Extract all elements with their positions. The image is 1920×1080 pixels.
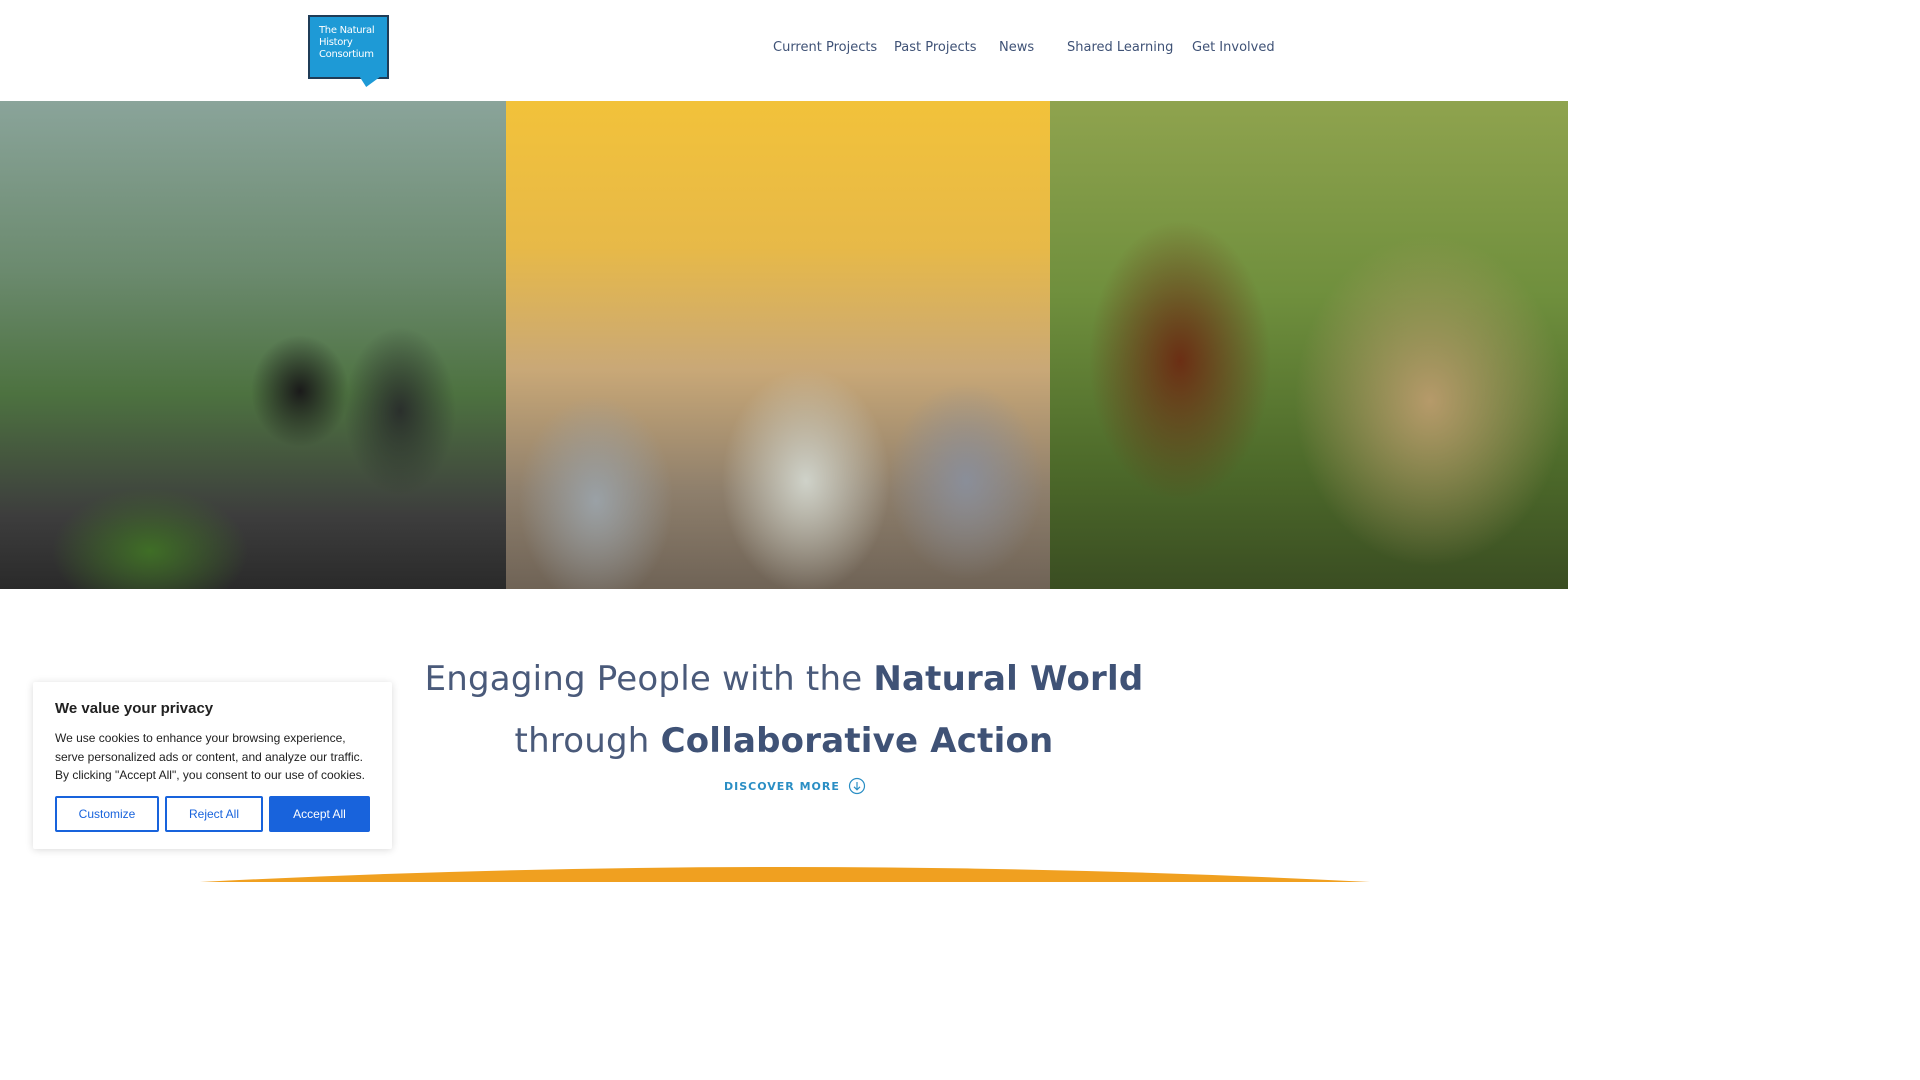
logo-speech-tail — [356, 77, 380, 87]
arrow-down-circle-icon — [848, 777, 865, 795]
nav-item-current-projects[interactable]: Current Projects — [773, 40, 877, 55]
customize-button[interactable]: Customize — [55, 796, 159, 832]
nav-item-shared-learning[interactable]: Shared Learning — [1067, 40, 1173, 55]
reject-all-button[interactable]: Reject All — [165, 796, 263, 832]
discover-more-label: DISCOVER MORE — [724, 779, 840, 793]
accept-all-button[interactable]: Accept All — [269, 796, 370, 832]
cookie-title: We value your privacy — [55, 700, 214, 717]
nav-item-get-involved[interactable]: Get Involved — [1192, 40, 1275, 55]
discover-more-link[interactable]: DISCOVER MORE — [724, 776, 866, 796]
nav-item-past-projects[interactable]: Past Projects — [894, 40, 976, 55]
cookie-consent-banner: We value your privacy We use cookies to … — [33, 682, 392, 849]
family-planting-seedlings-photo — [0, 101, 506, 589]
main-nav: Current Projects Past Projects News Shar… — [0, 40, 1568, 60]
site-header: The Natural History Consortium Current P… — [0, 0, 1568, 101]
woman-inspecting-bug-hotel-photo — [1050, 101, 1568, 589]
tagline-line1-bold: Natural World — [873, 659, 1144, 699]
nav-item-news[interactable]: News — [999, 40, 1034, 55]
tagline-line2-light: through — [514, 721, 661, 761]
orange-section-divider — [200, 867, 1370, 882]
audience-seated-event-photo — [506, 101, 1050, 589]
hero-photo-strip — [0, 101, 1568, 589]
tagline-line2-bold: Collaborative Action — [660, 721, 1054, 761]
cookie-description: We use cookies to enhance your browsing … — [55, 731, 366, 782]
tagline-line1-light: Engaging People with the — [424, 659, 874, 699]
